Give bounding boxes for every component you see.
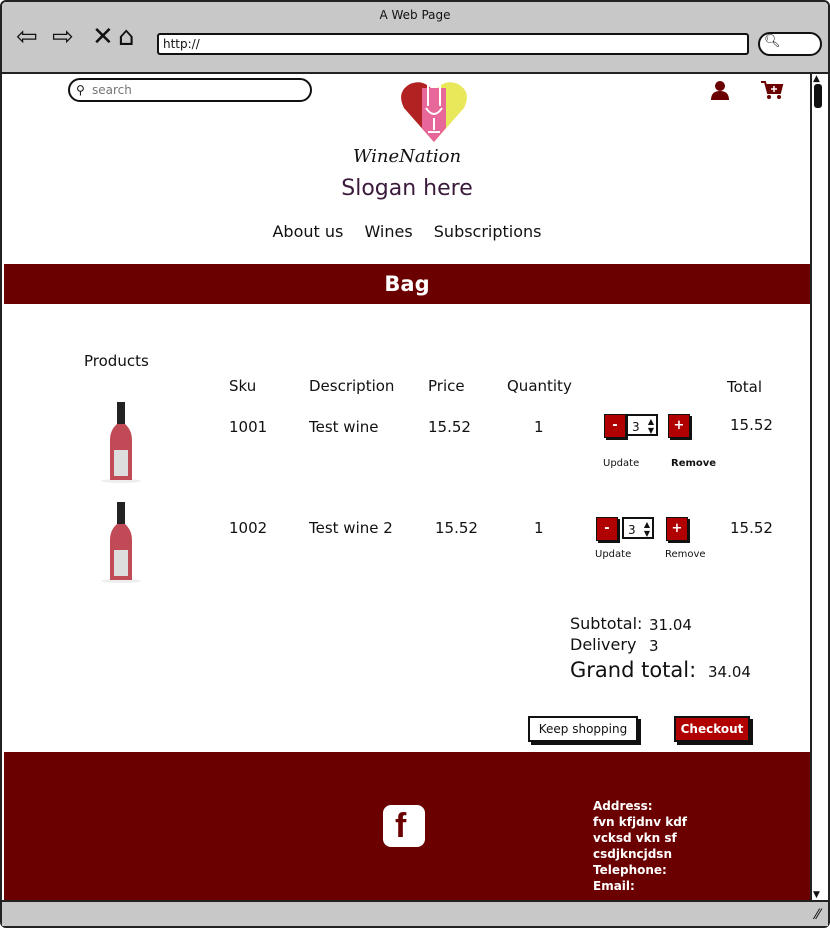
back-icon[interactable]: ⇦ [16, 24, 38, 50]
col-price: Price [428, 377, 465, 395]
status-bar: ⁄⁄ [2, 900, 828, 926]
page-title: Bag [384, 272, 430, 296]
facebook-icon[interactable]: f [383, 805, 425, 847]
col-description: Description [309, 377, 395, 395]
forward-icon[interactable]: ⇨ [52, 24, 74, 50]
spinner-icon[interactable]: ▲ ▼ [644, 520, 650, 538]
logo [401, 82, 467, 142]
email-label: Email: [593, 879, 635, 893]
bag-title-bar: Bag [4, 264, 810, 304]
remove-link[interactable]: Remove [671, 458, 716, 469]
main-nav: About us Wines Subscriptions [4, 222, 810, 241]
scroll-up-icon[interactable]: ▲ [813, 74, 820, 84]
description-cell: Test wine 2 [309, 519, 393, 537]
quantity-value: 3 [628, 523, 636, 537]
address-label: Address: [593, 799, 653, 813]
price-cell: 15.52 [435, 519, 478, 537]
keep-shopping-button[interactable]: Keep shopping [528, 716, 638, 742]
address-bar[interactable]: http:// [157, 33, 749, 55]
facebook-glyph: f [395, 807, 407, 845]
remove-link[interactable]: Remove [665, 549, 706, 560]
cart-icon[interactable] [760, 80, 784, 100]
scroll-thumb[interactable] [814, 84, 822, 108]
nav-wines[interactable]: Wines [364, 222, 412, 241]
sku-cell: 1001 [229, 418, 268, 436]
delivery-label: Delivery [570, 635, 637, 654]
search-icon: 🔍︎ [764, 34, 781, 49]
delivery-value: 3 [649, 637, 659, 655]
products-label: Products [84, 352, 149, 370]
address-line: fvn kfjdnv kdf [593, 815, 688, 829]
vertical-scrollbar[interactable]: ▲ ▼ [810, 74, 826, 900]
grand-total-value: 34.04 [708, 663, 751, 681]
page-content: ⚲ WineNation Slogan here About us Wines … [4, 74, 810, 900]
home-icon[interactable]: ⌂ [118, 24, 135, 50]
quantity-cell: 1 [534, 418, 544, 436]
increase-button[interactable]: + [668, 414, 690, 438]
resize-grip-icon[interactable]: ⁄⁄ [815, 907, 820, 923]
quantity-cell: 1 [534, 519, 544, 537]
search-input[interactable] [90, 82, 304, 98]
site-search[interactable]: ⚲ [68, 78, 312, 102]
quantity-input[interactable]: 3 ▲ ▼ [626, 414, 658, 436]
scroll-down-icon[interactable]: ▼ [813, 890, 820, 900]
address-line: csdjkncjdsn [593, 847, 672, 861]
footer: f Address: fvn kfjdnv kdf vcksd vkn sf c… [4, 752, 810, 900]
decrease-button[interactable]: - [596, 517, 618, 541]
window-title: A Web Page [379, 8, 451, 22]
col-quantity: Quantity [507, 377, 572, 395]
col-sku: Sku [229, 377, 257, 395]
nav-subscriptions[interactable]: Subscriptions [434, 222, 542, 241]
telephone-label: Telephone: [593, 863, 667, 877]
subtotal-value: 31.04 [649, 616, 692, 634]
update-link[interactable]: Update [595, 549, 631, 560]
browser-search[interactable]: 🔍︎ [758, 32, 822, 56]
price-cell: 15.52 [428, 418, 471, 436]
brand-name: WineNation [352, 146, 462, 167]
sku-cell: 1002 [229, 519, 268, 537]
product-image[interactable] [100, 400, 142, 484]
search-icon: ⚲ [76, 83, 85, 97]
increase-button[interactable]: + [666, 517, 688, 541]
quantity-value: 3 [632, 420, 640, 434]
checkout-button[interactable]: Checkout [674, 716, 750, 742]
col-total: Total [727, 378, 763, 396]
product-image[interactable] [100, 500, 142, 584]
browser-chrome: A Web Page ⇦ ⇨ ✕ ⌂ http:// 🔍︎ [2, 2, 828, 74]
user-icon[interactable] [710, 80, 730, 100]
total-cell: 15.52 [730, 416, 773, 434]
spinner-icon[interactable]: ▲ ▼ [648, 417, 654, 435]
address-line: vcksd vkn sf [593, 831, 677, 845]
slogan: Slogan here [341, 176, 473, 201]
contact-info: Address: fvn kfjdnv kdf vcksd vkn sf csd… [593, 798, 687, 894]
total-cell: 15.52 [730, 519, 773, 537]
nav-about-us[interactable]: About us [272, 222, 343, 241]
stop-icon[interactable]: ✕ [92, 24, 114, 50]
update-link[interactable]: Update [603, 458, 639, 469]
grand-total-label: Grand total: [570, 658, 697, 682]
description-cell: Test wine [309, 418, 379, 436]
quantity-input[interactable]: 3 ▲ ▼ [622, 517, 654, 539]
subtotal-label: Subtotal: [570, 614, 643, 633]
decrease-button[interactable]: - [604, 414, 626, 438]
